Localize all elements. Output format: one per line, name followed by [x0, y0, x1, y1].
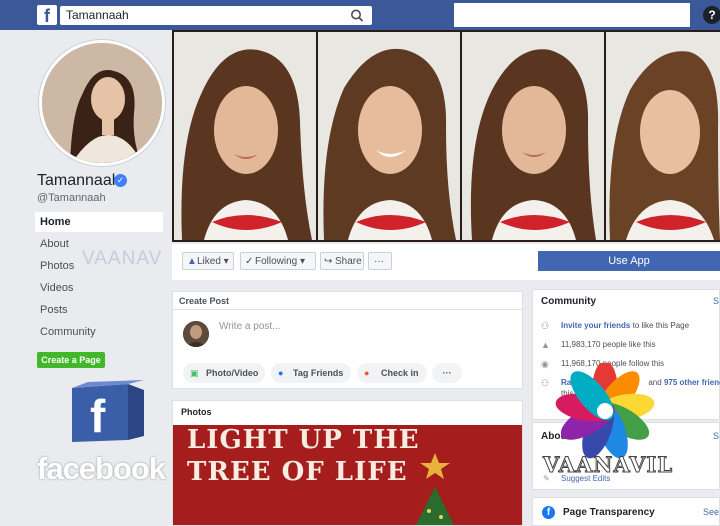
tag-icon: ● — [278, 368, 284, 378]
facebook-icon: f — [542, 506, 555, 519]
watermark-text: VAANAV — [82, 248, 163, 269]
page-handle: @Tamannaah — [37, 192, 106, 204]
check-in-button[interactable]: ● Check in — [357, 363, 427, 383]
search-value: Tamannaah — [66, 8, 129, 22]
following-label: Following — [255, 256, 298, 267]
tag-friends-label: Tag Friends — [293, 368, 344, 378]
avatar — [183, 321, 209, 347]
see-all-link[interactable]: S — [713, 296, 719, 306]
chevron-down-icon: ▾ — [220, 256, 229, 267]
divider — [173, 309, 522, 310]
photo-caption-line2: TREE OF LIFE — [187, 457, 408, 487]
invite-friends-link[interactable]: Invite your friends — [561, 321, 630, 330]
help-icon[interactable]: ? — [703, 6, 720, 24]
cover-panel — [606, 32, 720, 240]
facebook-logo-icon[interactable]: f — [37, 5, 57, 25]
sidebar-item-home[interactable]: Home — [35, 212, 163, 232]
cover-portrait-icon — [462, 32, 604, 240]
svg-text:f: f — [90, 390, 106, 442]
create-post-title: Create Post — [179, 296, 230, 306]
photo-video-button[interactable]: ▣ Photo/Video — [183, 363, 265, 383]
share-icon: ↪ — [324, 256, 333, 267]
sidebar-item-posts[interactable]: Posts — [35, 300, 163, 320]
cover-portrait-icon — [606, 32, 720, 240]
page-name: Tamannaah — [37, 172, 121, 189]
profile-photo-icon — [42, 43, 162, 163]
more-options-button[interactable]: ··· — [432, 363, 462, 383]
page-transparency-card: f Page Transparency See — [532, 497, 720, 526]
tag-friends-button[interactable]: ● Tag Friends — [271, 363, 351, 383]
following-icon: ✓ — [245, 256, 254, 267]
sidebar-item-community[interactable]: Community — [35, 322, 163, 342]
photo-thumbnail[interactable]: LIGHT UP THE TREE OF LIFE — [173, 425, 522, 525]
search-icon[interactable] — [348, 7, 366, 24]
page-transparency-title: Page Transparency — [563, 507, 655, 518]
see-all-link[interactable]: See — [703, 507, 719, 517]
vaanavil-wordmark: VAANAVIL — [542, 452, 674, 478]
check-in-label: Check in — [381, 368, 419, 378]
share-label: Share — [335, 256, 362, 267]
photos-title: Photos — [181, 407, 212, 417]
blank-panel — [454, 3, 690, 27]
photos-card: Photos LIGHT UP THE TREE OF LIFE — [172, 400, 523, 526]
following-button[interactable]: ✓ Following ▾ — [240, 252, 316, 270]
liked-label: Liked — [197, 256, 221, 267]
photo-video-label: Photo/Video — [206, 368, 259, 378]
community-title: Community — [541, 296, 596, 307]
likes-count: 11,983,170 people like this — [561, 340, 656, 349]
other-friends-link[interactable]: 975 other friends — [664, 378, 720, 387]
more-options-button[interactable]: ··· — [368, 252, 392, 270]
like-icon: ▲ — [187, 256, 197, 267]
christmas-tree-icon — [416, 453, 454, 525]
cover-panel — [174, 32, 316, 240]
thumbs-up-icon: ▲ — [541, 340, 550, 350]
sidebar-item-videos[interactable]: Videos — [35, 278, 163, 298]
location-pin-icon: ● — [364, 368, 370, 378]
facebook-wordmark: facebook — [37, 451, 166, 486]
verified-badge-icon: ✓ — [114, 174, 127, 187]
photo-icon: ▣ — [190, 368, 199, 378]
top-navigation-bar: f Tamannaah ? — [0, 0, 720, 30]
cover-portrait-icon — [318, 32, 460, 240]
photo-caption-line1: LIGHT UP THE — [187, 425, 420, 455]
cover-photo[interactable] — [172, 30, 720, 242]
create-post-card: Create Post Write a post... ▣ Photo/Vide… — [172, 291, 523, 389]
invite-friends-row: Invite your friends to like this Page — [561, 321, 689, 330]
liked-button[interactable]: ▲ Liked ▾ — [182, 252, 234, 270]
invite-icon: ⚇ — [541, 321, 550, 331]
see-all-link[interactable]: S — [713, 431, 719, 441]
create-page-button[interactable]: Create a Page — [37, 352, 105, 368]
cover-panel — [462, 32, 604, 240]
facebook-cube-logo-icon: f — [72, 380, 144, 442]
search-input[interactable]: Tamannaah — [60, 6, 372, 25]
profile-picture[interactable] — [39, 40, 165, 166]
share-button[interactable]: ↪ Share — [320, 252, 364, 270]
cover-portrait-icon — [174, 32, 316, 240]
invite-friends-text: to like this Page — [632, 321, 690, 330]
chevron-down-icon: ▾ — [297, 256, 306, 267]
use-app-button[interactable]: Use App — [538, 251, 720, 271]
post-input[interactable]: Write a post... — [219, 321, 281, 332]
cover-panel — [318, 32, 460, 240]
